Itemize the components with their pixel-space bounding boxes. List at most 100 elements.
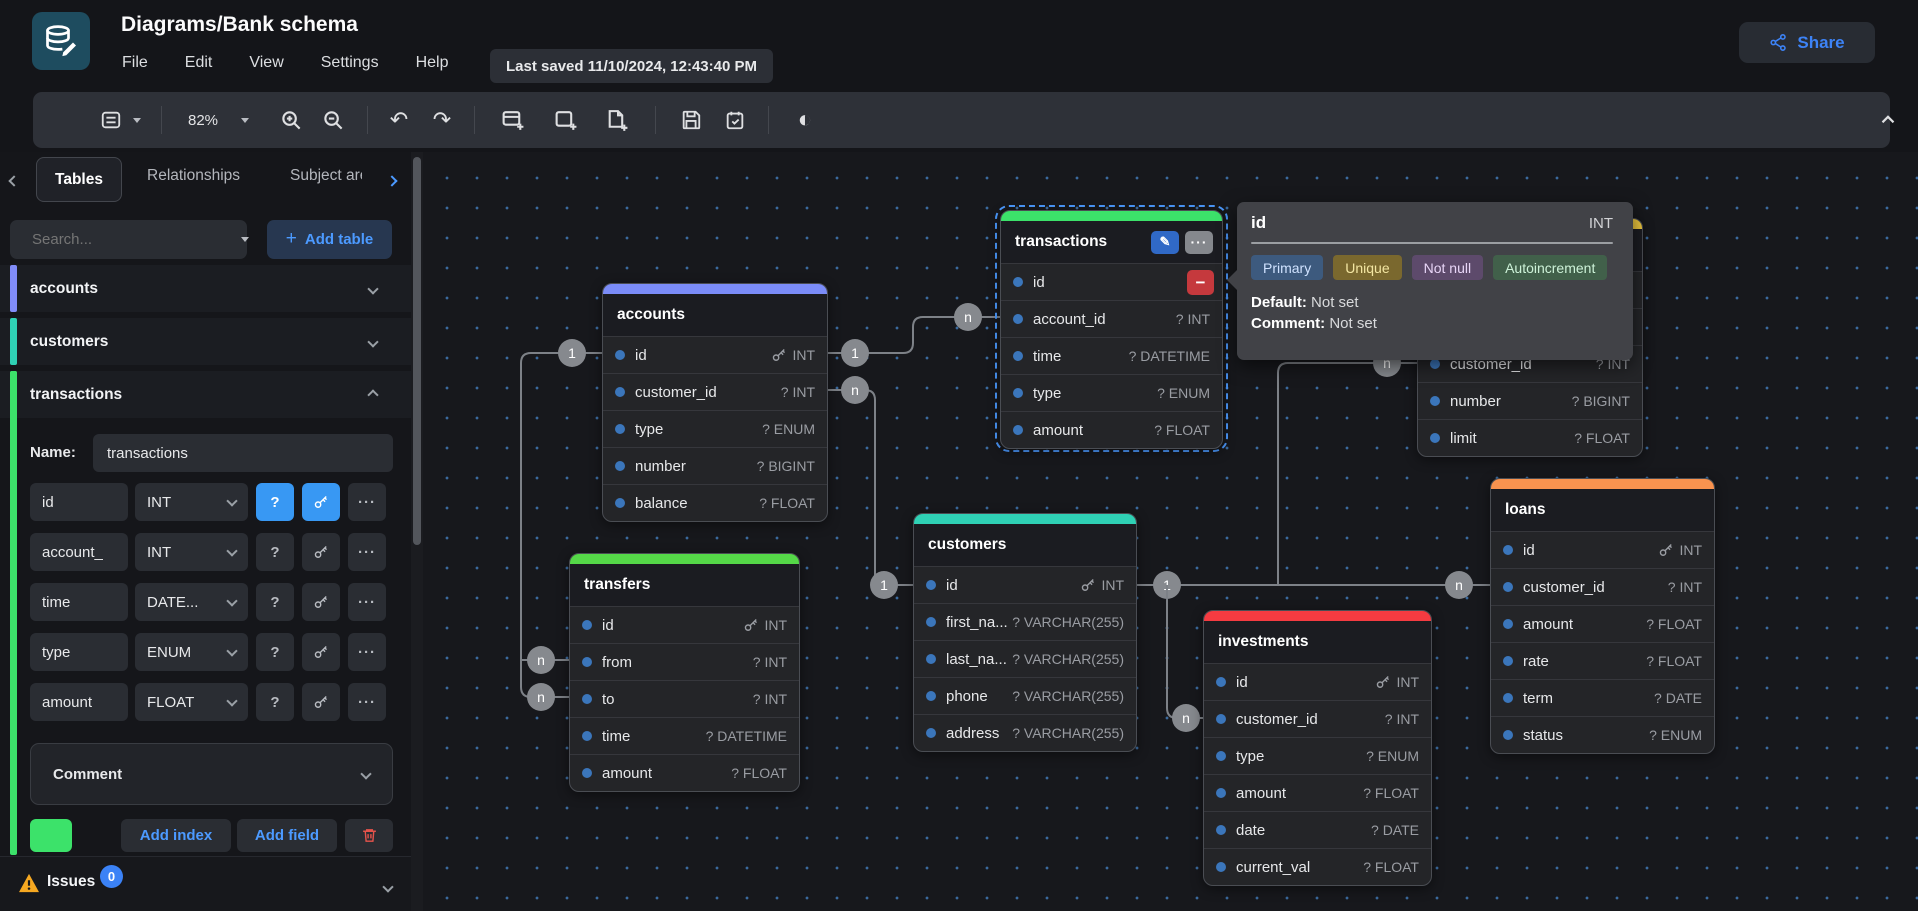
delete-field-button[interactable]: − bbox=[1187, 270, 1214, 295]
menu-item[interactable]: Settings bbox=[321, 54, 379, 72]
add-area-icon[interactable] bbox=[550, 92, 582, 148]
tabs-scroll-left-icon[interactable] bbox=[10, 172, 18, 190]
field-more-options-button[interactable]: ··· bbox=[348, 633, 386, 671]
menu-item[interactable]: View bbox=[249, 54, 283, 72]
table-field-row[interactable]: customer_id? INT bbox=[1204, 700, 1431, 737]
table-field-row[interactable]: term? DATE bbox=[1491, 679, 1714, 716]
field-type-select[interactable]: ENUM bbox=[135, 633, 248, 671]
field-type-select[interactable]: INT bbox=[135, 533, 248, 571]
field-name-input[interactable]: id bbox=[30, 483, 128, 521]
field-more-options-button[interactable]: ··· bbox=[348, 583, 386, 621]
field-name-input[interactable]: account_ bbox=[30, 533, 128, 571]
table-field-row[interactable]: amount? FLOAT bbox=[1491, 605, 1714, 642]
table-field-row[interactable]: limit? FLOAT bbox=[1418, 419, 1642, 456]
comment-section[interactable]: Comment bbox=[30, 743, 393, 805]
field-nullable-toggle[interactable]: ? bbox=[256, 533, 294, 571]
commit-icon[interactable] bbox=[721, 92, 749, 148]
add-index-button[interactable]: Add index bbox=[121, 819, 231, 852]
table-field-row[interactable]: amount? FLOAT bbox=[1001, 411, 1222, 448]
table-loans[interactable]: loansidINTcustomer_id? INTamount? FLOATr… bbox=[1490, 478, 1715, 754]
table-header[interactable]: investments bbox=[1204, 621, 1431, 663]
field-nullable-toggle[interactable]: ? bbox=[256, 683, 294, 721]
sidebar-table-transactions[interactable]: transactions bbox=[0, 371, 411, 418]
undo-icon[interactable]: ↶ bbox=[385, 92, 413, 148]
table-field-row[interactable]: idINT bbox=[914, 566, 1136, 603]
table-field-row[interactable]: to? INT bbox=[570, 680, 799, 717]
table-header[interactable]: customers bbox=[914, 524, 1136, 566]
table-customers[interactable]: customersidINTfirst_na...? VARCHAR(255)l… bbox=[913, 513, 1137, 752]
table-header[interactable]: transfers bbox=[570, 564, 799, 606]
delete-table-button[interactable] bbox=[345, 819, 393, 852]
table-field-row[interactable]: rate? FLOAT bbox=[1491, 642, 1714, 679]
table-transactions[interactable]: transactions✎···id−account_id? INTtime? … bbox=[1000, 210, 1223, 449]
table-name-input[interactable] bbox=[93, 434, 393, 472]
add-field-button[interactable]: Add field bbox=[237, 819, 337, 852]
field-nullable-toggle[interactable]: ? bbox=[256, 583, 294, 621]
scrollbar-thumb[interactable] bbox=[413, 157, 421, 545]
relationship-line[interactable] bbox=[1167, 585, 1203, 718]
table-field-row[interactable]: type? ENUM bbox=[603, 410, 827, 447]
field-more-options-button[interactable]: ··· bbox=[348, 483, 386, 521]
relationship-line[interactable] bbox=[1278, 363, 1417, 585]
table-field-row[interactable]: number? BIGINT bbox=[603, 447, 827, 484]
table-field-row[interactable]: customer_id? INT bbox=[603, 373, 827, 410]
accordion-chevron-icon[interactable] bbox=[369, 333, 377, 351]
zoom-caret-icon[interactable] bbox=[239, 92, 251, 148]
field-more-options-button[interactable]: ··· bbox=[348, 683, 386, 721]
table-field-row[interactable]: from? INT bbox=[570, 643, 799, 680]
table-field-row[interactable]: amount? FLOAT bbox=[570, 754, 799, 791]
table-investments[interactable]: investmentsidINTcustomer_id? INTtype? EN… bbox=[1203, 610, 1432, 886]
table-field-row[interactable]: first_na...? VARCHAR(255) bbox=[914, 603, 1136, 640]
table-accounts[interactable]: accountsidINTcustomer_id? INTtype? ENUMn… bbox=[602, 283, 828, 522]
add-table-icon[interactable] bbox=[497, 92, 529, 148]
field-type-select[interactable]: FLOAT bbox=[135, 683, 248, 721]
layout-icon[interactable] bbox=[95, 92, 127, 148]
redo-icon[interactable]: ↷ bbox=[428, 92, 456, 148]
edit-table-button[interactable]: ✎ bbox=[1151, 231, 1179, 254]
table-field-row[interactable]: id− bbox=[1001, 263, 1222, 300]
table-header[interactable]: transactions✎··· bbox=[1001, 221, 1222, 263]
save-icon[interactable] bbox=[677, 92, 705, 148]
table-field-row[interactable]: last_na...? VARCHAR(255) bbox=[914, 640, 1136, 677]
table-field-row[interactable]: phone? VARCHAR(255) bbox=[914, 677, 1136, 714]
issues-bar[interactable]: Issues 0 bbox=[0, 856, 423, 911]
zoom-level[interactable]: 82% bbox=[181, 92, 225, 148]
field-nullable-toggle[interactable]: ? bbox=[256, 483, 294, 521]
table-field-row[interactable]: customer_id? INT bbox=[1491, 568, 1714, 605]
table-header[interactable]: loans bbox=[1491, 489, 1714, 531]
zoom-out-icon[interactable] bbox=[319, 92, 347, 148]
layout-caret-icon[interactable] bbox=[131, 92, 143, 148]
search-box[interactable] bbox=[10, 220, 247, 259]
table-transfers[interactable]: transfersidINTfrom? INTto? INTtime? DATE… bbox=[569, 553, 800, 792]
search-input[interactable] bbox=[32, 231, 231, 248]
menu-item[interactable]: File bbox=[122, 54, 148, 72]
share-button[interactable]: Share bbox=[1739, 22, 1875, 63]
menu-item[interactable]: Edit bbox=[185, 54, 213, 72]
field-primary-key-toggle[interactable] bbox=[302, 483, 340, 521]
table-field-row[interactable]: number? BIGINT bbox=[1418, 382, 1642, 419]
table-field-row[interactable]: address? VARCHAR(255) bbox=[914, 714, 1136, 751]
field-primary-key-toggle[interactable] bbox=[302, 533, 340, 571]
accordion-chevron-icon[interactable] bbox=[369, 386, 377, 404]
add-table-button[interactable]: + Add table bbox=[267, 220, 392, 259]
tab-subject-areas[interactable]: Subject areas bbox=[290, 167, 362, 185]
table-field-row[interactable]: account_id? INT bbox=[1001, 300, 1222, 337]
table-field-row[interactable]: idINT bbox=[1491, 531, 1714, 568]
sidebar-scrollbar[interactable] bbox=[411, 152, 423, 911]
tab-tables[interactable]: Tables bbox=[36, 157, 122, 202]
zoom-in-icon[interactable] bbox=[277, 92, 305, 148]
accordion-chevron-icon[interactable] bbox=[369, 280, 377, 298]
sidebar-table-customers[interactable]: customers bbox=[0, 318, 411, 365]
field-nullable-toggle[interactable]: ? bbox=[256, 633, 294, 671]
table-more-button[interactable]: ··· bbox=[1185, 231, 1213, 254]
table-field-row[interactable]: type? ENUM bbox=[1001, 374, 1222, 411]
theme-toggle-icon[interactable]: ◐ bbox=[791, 92, 819, 148]
table-header[interactable]: accounts bbox=[603, 294, 827, 336]
field-type-select[interactable]: DATE... bbox=[135, 583, 248, 621]
field-name-input[interactable]: time bbox=[30, 583, 128, 621]
sidebar-table-accounts[interactable]: accounts bbox=[0, 265, 411, 312]
tabs-scroll-right-icon[interactable] bbox=[388, 172, 396, 190]
table-field-row[interactable]: idINT bbox=[570, 606, 799, 643]
table-field-row[interactable]: current_val? FLOAT bbox=[1204, 848, 1431, 885]
tab-relationships[interactable]: Relationships bbox=[147, 167, 240, 185]
